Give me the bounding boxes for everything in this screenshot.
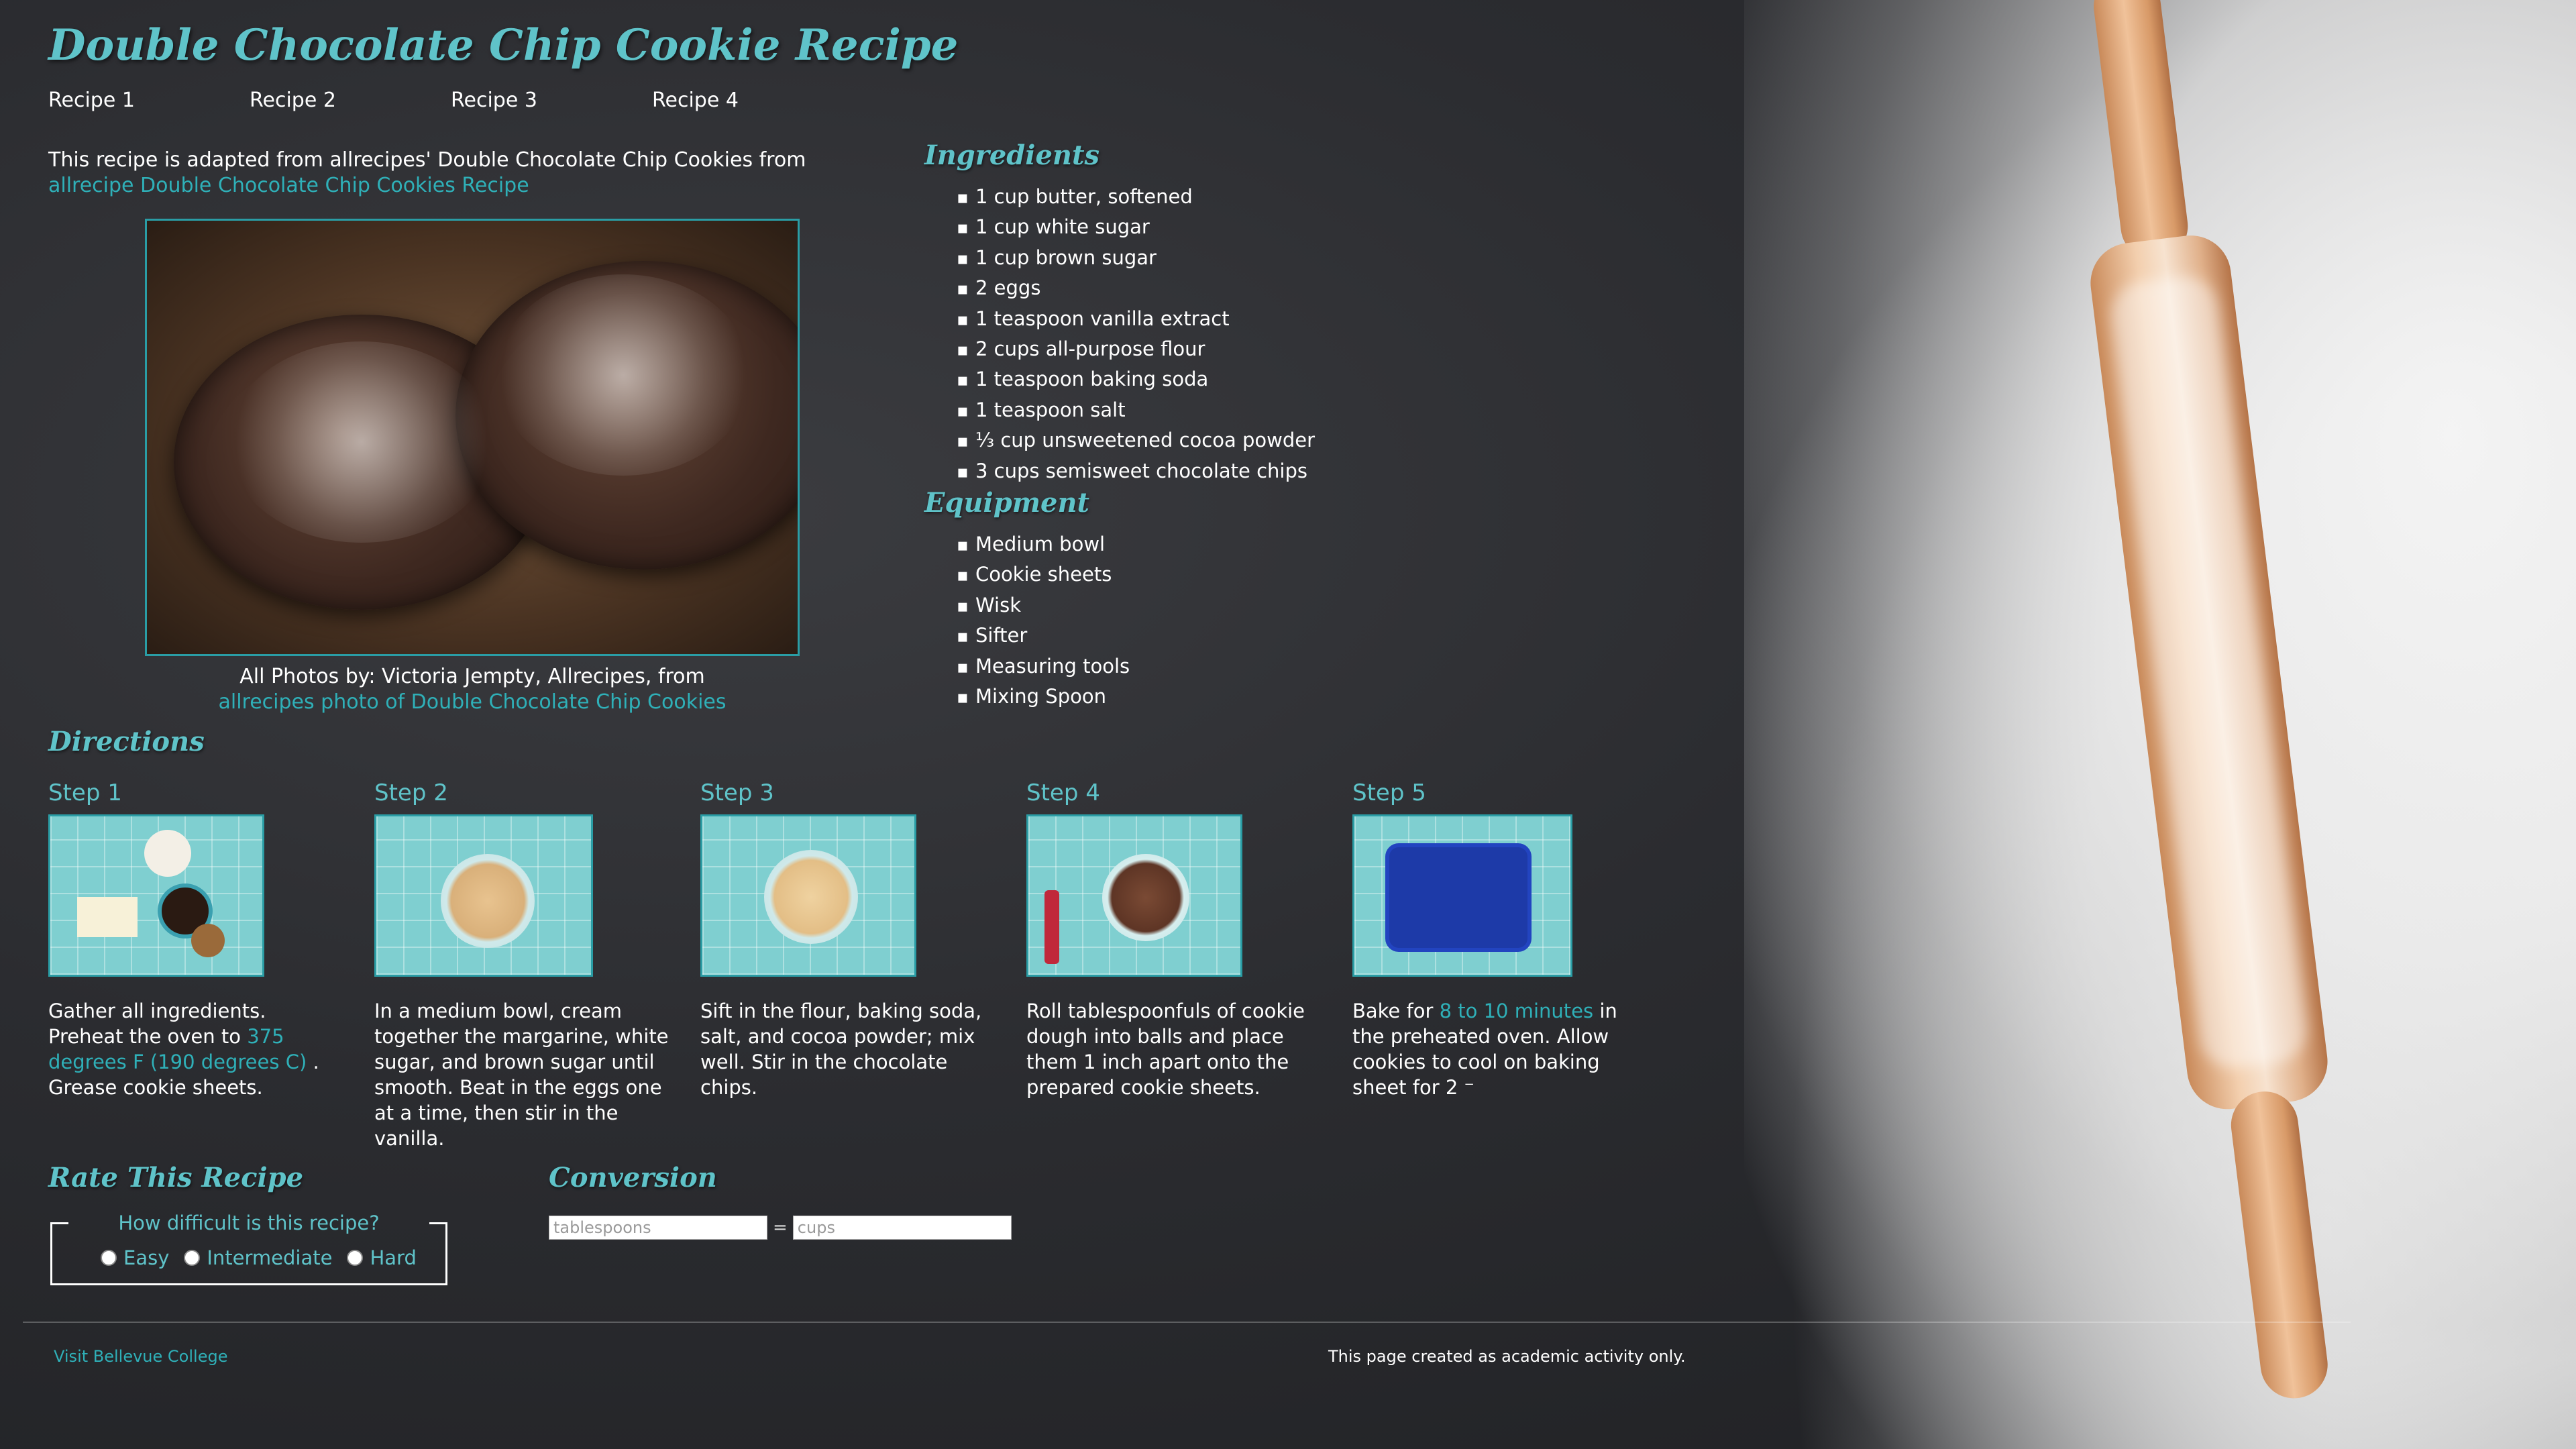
- bellevue-college-link[interactable]: Visit Bellevue College: [54, 1347, 227, 1366]
- powdered-sugar: [496, 274, 751, 476]
- difficulty-question: How difficult is this recipe?: [118, 1212, 380, 1234]
- time-highlight: 8 to 10 minutes: [1439, 1000, 1594, 1022]
- ingredient-item: 2 eggs: [957, 274, 1315, 304]
- ingredient-item: 1 cup butter, softened: [957, 182, 1315, 213]
- step-4-dough-photo: [1026, 814, 1242, 977]
- label-hard[interactable]: Hard: [370, 1246, 416, 1269]
- ingredient-item: 2 cups all-purpose flour: [957, 335, 1315, 365]
- step-5-baking-photo: [1352, 814, 1572, 977]
- radio-easy[interactable]: [101, 1250, 117, 1266]
- photo-caption: All Photos by: Victoria Jempty, Allrecip…: [145, 664, 800, 715]
- equipment-list: Medium bowl Cookie sheets Wisk Sifter Me…: [957, 530, 1130, 712]
- nav-recipe-1[interactable]: Recipe 1: [48, 89, 250, 112]
- step-label: Step 4: [1026, 780, 1100, 806]
- step-2: Step 2 In a medium bowl, cream together …: [374, 777, 669, 1150]
- ingredient-item: 3 cups semisweet chocolate chips: [957, 457, 1315, 487]
- step-text: Gather all ingredients. Preheat the oven…: [48, 1000, 266, 1048]
- nav-recipe-3[interactable]: Recipe 3: [451, 89, 652, 112]
- step-label: Step 1: [48, 780, 122, 806]
- label-intermediate[interactable]: Intermediate: [207, 1246, 332, 1269]
- step-5-text: Bake for 8 to 10 minutes in the preheate…: [1352, 998, 1648, 1100]
- equipment-item: Measuring tools: [957, 652, 1130, 682]
- bowl-icon: [1102, 854, 1189, 941]
- caption-text: All Photos by: Victoria Jempty, Allrecip…: [239, 665, 705, 688]
- difficulty-options: Easy Intermediate Hard: [101, 1246, 431, 1269]
- page-title: Double Chocolate Chip Cookie Recipe: [48, 20, 959, 70]
- step-5: Step 5 Bake for 8 to 10 minutes in the p…: [1352, 777, 1648, 1099]
- intro-paragraph: This recipe is adapted from allrecipes' …: [48, 148, 887, 199]
- ingredient-item: 1 teaspoon vanilla extract: [957, 305, 1315, 335]
- step-2-text: In a medium bowl, cream together the mar…: [374, 1000, 669, 1150]
- powdered-sugar: [227, 341, 496, 543]
- step-3-sifting-photo: [700, 814, 916, 977]
- cups-input[interactable]: [792, 1216, 1012, 1240]
- cookies-photo: [145, 219, 800, 656]
- page: Double Chocolate Chip Cookie Recipe Reci…: [0, 0, 2576, 1449]
- ingredient-item: ⅓ cup unsweetened cocoa powder: [957, 426, 1315, 456]
- allrecipes-source-link[interactable]: allrecipe Double Chocolate Chip Cookies …: [48, 174, 529, 197]
- directions-heading: Directions: [48, 726, 205, 757]
- equipment-item: Mixing Spoon: [957, 682, 1130, 712]
- tablespoons-input[interactable]: [549, 1216, 767, 1240]
- equipment-item: Medium bowl: [957, 530, 1130, 560]
- conversion-heading: Conversion: [549, 1162, 717, 1193]
- ingredient-item: 1 teaspoon baking soda: [957, 365, 1315, 395]
- rolling-pin-handle-bottom: [2227, 1087, 2332, 1403]
- spatula-icon: [1044, 890, 1059, 964]
- radio-hard[interactable]: [347, 1250, 364, 1266]
- bowl-icon: [764, 850, 858, 944]
- label-easy[interactable]: Easy: [123, 1246, 169, 1269]
- step-4-text: Roll tablespoonfuls of cookie dough into…: [1026, 1000, 1305, 1099]
- nav-recipe-2[interactable]: Recipe 2: [250, 89, 451, 112]
- ingredients-list: 1 cup butter, softened 1 cup white sugar…: [957, 182, 1315, 487]
- recipe-nav: Recipe 1 Recipe 2 Recipe 3 Recipe 4: [48, 89, 853, 112]
- step-1: Step 1 Gather all ingredients. Preheat t…: [48, 777, 343, 1099]
- step-4: Step 4 Roll tablespoonfuls of cookie dou…: [1026, 777, 1322, 1099]
- footer-divider: [23, 1322, 2351, 1323]
- step-label: Step 5: [1352, 780, 1426, 806]
- main-content: Double Chocolate Chip Cookie Recipe Reci…: [0, 0, 1717, 1449]
- step-2-creaming-photo: [374, 814, 593, 977]
- allrecipes-photo-link[interactable]: allrecipes photo of Double Chocolate Chi…: [218, 690, 726, 714]
- equals-sign: =: [773, 1218, 788, 1238]
- equipment-item: Wisk: [957, 591, 1130, 621]
- rate-heading: Rate This Recipe: [48, 1162, 304, 1193]
- ingredient-item: 1 cup white sugar: [957, 213, 1315, 243]
- conversion-form: =: [549, 1216, 1012, 1240]
- equipment-heading: Equipment: [924, 487, 1090, 519]
- ingredient-item: 1 teaspoon salt: [957, 396, 1315, 426]
- step-1-text: Gather all ingredients. Preheat the oven…: [48, 998, 343, 1100]
- equipment-item: Cookie sheets: [957, 560, 1130, 590]
- baking-sheet-icon: [1389, 847, 1527, 948]
- butter-icon: [77, 897, 138, 937]
- bowl-icon: [441, 854, 535, 948]
- step-1-ingredients-photo: [48, 814, 264, 977]
- equipment-item: Sifter: [957, 621, 1130, 651]
- bowl-icon: [144, 830, 191, 877]
- step-3-text: Sift in the flour, baking soda, salt, an…: [700, 1000, 982, 1099]
- radio-intermediate[interactable]: [184, 1250, 201, 1266]
- ingredients-heading: Ingredients: [924, 140, 1099, 171]
- intro-text: This recipe is adapted from allrecipes' …: [48, 148, 806, 172]
- footer-note: This page created as academic activity o…: [1328, 1347, 1686, 1366]
- step-3: Step 3 Sift in the flour, baking soda, s…: [700, 777, 996, 1099]
- nav-recipe-4[interactable]: Recipe 4: [652, 89, 853, 112]
- step-label: Step 2: [374, 780, 448, 806]
- step-label: Step 3: [700, 780, 774, 806]
- bowl-icon: [191, 924, 225, 957]
- ingredient-item: 1 cup brown sugar: [957, 244, 1315, 274]
- rolling-pin-handle-top: [2090, 0, 2192, 264]
- step-text: Bake for: [1352, 1000, 1440, 1022]
